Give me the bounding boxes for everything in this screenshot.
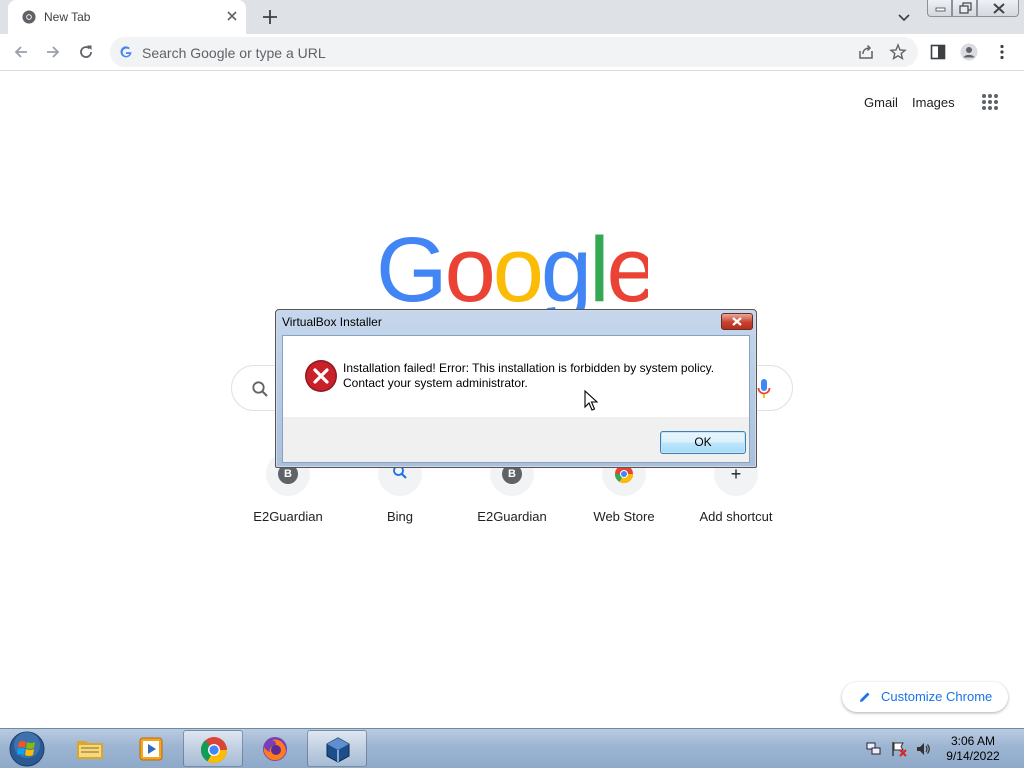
dialog-message-line: Installation failed! Error: This install… bbox=[343, 361, 715, 375]
taskbar-clock[interactable]: 3:06 AM 9/14/2022 bbox=[940, 734, 1006, 764]
google-apps-grid-icon[interactable] bbox=[981, 93, 999, 111]
forward-arrow-icon[interactable] bbox=[44, 43, 62, 61]
svg-text:Google: Google bbox=[376, 225, 648, 317]
share-icon[interactable] bbox=[857, 43, 875, 61]
tab-strip: New Tab bbox=[0, 0, 1024, 34]
close-icon bbox=[993, 3, 1005, 14]
customize-chrome-label: Customize Chrome bbox=[881, 689, 993, 704]
search-icon bbox=[252, 381, 268, 397]
profile-avatar-icon[interactable] bbox=[960, 43, 978, 61]
virtualbox-icon bbox=[326, 737, 350, 763]
restore-button[interactable] bbox=[952, 0, 977, 17]
taskbar-virtualbox[interactable] bbox=[307, 730, 367, 767]
customize-chrome-button[interactable]: Customize Chrome bbox=[842, 682, 1008, 712]
shortcut-label: Bing bbox=[386, 509, 414, 524]
windows-start-icon[interactable] bbox=[7, 731, 47, 767]
browser-toolbar: Search Google or type a URL bbox=[0, 34, 1024, 71]
ok-button[interactable]: OK bbox=[660, 431, 746, 454]
error-dialog: VirtualBox Installer Installation failed… bbox=[275, 309, 757, 468]
chevron-down-icon[interactable] bbox=[896, 9, 912, 25]
clock-date: 9/14/2022 bbox=[946, 749, 1000, 763]
shortcut-label: E2Guardian bbox=[253, 509, 323, 524]
google-g-icon bbox=[120, 46, 132, 58]
network-icon[interactable] bbox=[866, 741, 882, 757]
gmail-link[interactable]: Gmail bbox=[864, 95, 898, 110]
mouse-cursor-icon bbox=[584, 390, 598, 411]
taskbar-explorer[interactable] bbox=[60, 730, 120, 767]
tab-close-icon[interactable] bbox=[224, 8, 240, 24]
close-icon bbox=[732, 317, 742, 326]
shortcut-label: Add shortcut bbox=[699, 509, 773, 524]
folder-icon bbox=[77, 741, 103, 759]
microphone-icon[interactable] bbox=[756, 378, 772, 400]
side-panel-icon[interactable] bbox=[929, 43, 947, 61]
new-tab-icon[interactable] bbox=[261, 8, 279, 26]
taskbar-firefox[interactable] bbox=[245, 730, 305, 767]
window-controls bbox=[927, 0, 1019, 17]
taskbar-chrome[interactable] bbox=[183, 730, 243, 767]
reload-icon[interactable] bbox=[77, 43, 95, 61]
tab-title: New Tab bbox=[44, 10, 91, 24]
dialog-content: Installation failed! Error: This install… bbox=[283, 336, 749, 417]
dialog-body: Installation failed! Error: This install… bbox=[282, 335, 750, 463]
kebab-menu-icon[interactable] bbox=[993, 43, 1011, 61]
taskbar-media-player[interactable] bbox=[121, 730, 181, 767]
taskbar: 3:06 AM 9/14/2022 bbox=[0, 728, 1024, 768]
dialog-title: VirtualBox Installer bbox=[282, 315, 382, 329]
chrome-favicon-icon bbox=[22, 10, 36, 24]
minimize-button[interactable] bbox=[927, 0, 952, 17]
pencil-icon bbox=[860, 692, 870, 702]
firefox-icon bbox=[263, 737, 287, 761]
media-player-icon bbox=[139, 737, 163, 761]
clock-time: 3:06 AM bbox=[950, 734, 996, 748]
chrome-icon bbox=[200, 737, 228, 764]
dialog-close-button[interactable] bbox=[721, 313, 753, 330]
images-link[interactable]: Images bbox=[912, 95, 955, 110]
bookmark-star-icon[interactable] bbox=[889, 43, 907, 61]
shortcut-label: Web Store bbox=[593, 509, 655, 524]
dialog-message-line: Contact your system administrator. bbox=[343, 376, 528, 390]
tab-new-tab[interactable]: New Tab bbox=[8, 0, 246, 34]
shortcut-label: E2Guardian bbox=[477, 509, 547, 524]
address-bar-placeholder: Search Google or type a URL bbox=[142, 45, 326, 61]
minimize-icon bbox=[935, 7, 946, 12]
google-logo: Google bbox=[376, 225, 648, 317]
volume-icon[interactable] bbox=[915, 741, 931, 757]
action-center-flag-icon[interactable] bbox=[891, 741, 907, 757]
address-bar[interactable]: Search Google or type a URL bbox=[110, 37, 918, 67]
dialog-message: Installation failed! Error: This install… bbox=[343, 361, 743, 391]
screen: New Tab Search Google or type a URL Gmai… bbox=[0, 0, 1024, 768]
restore-icon bbox=[959, 2, 972, 14]
error-icon bbox=[305, 360, 337, 392]
close-window-button[interactable] bbox=[977, 0, 1019, 17]
back-arrow-icon[interactable] bbox=[12, 43, 30, 61]
